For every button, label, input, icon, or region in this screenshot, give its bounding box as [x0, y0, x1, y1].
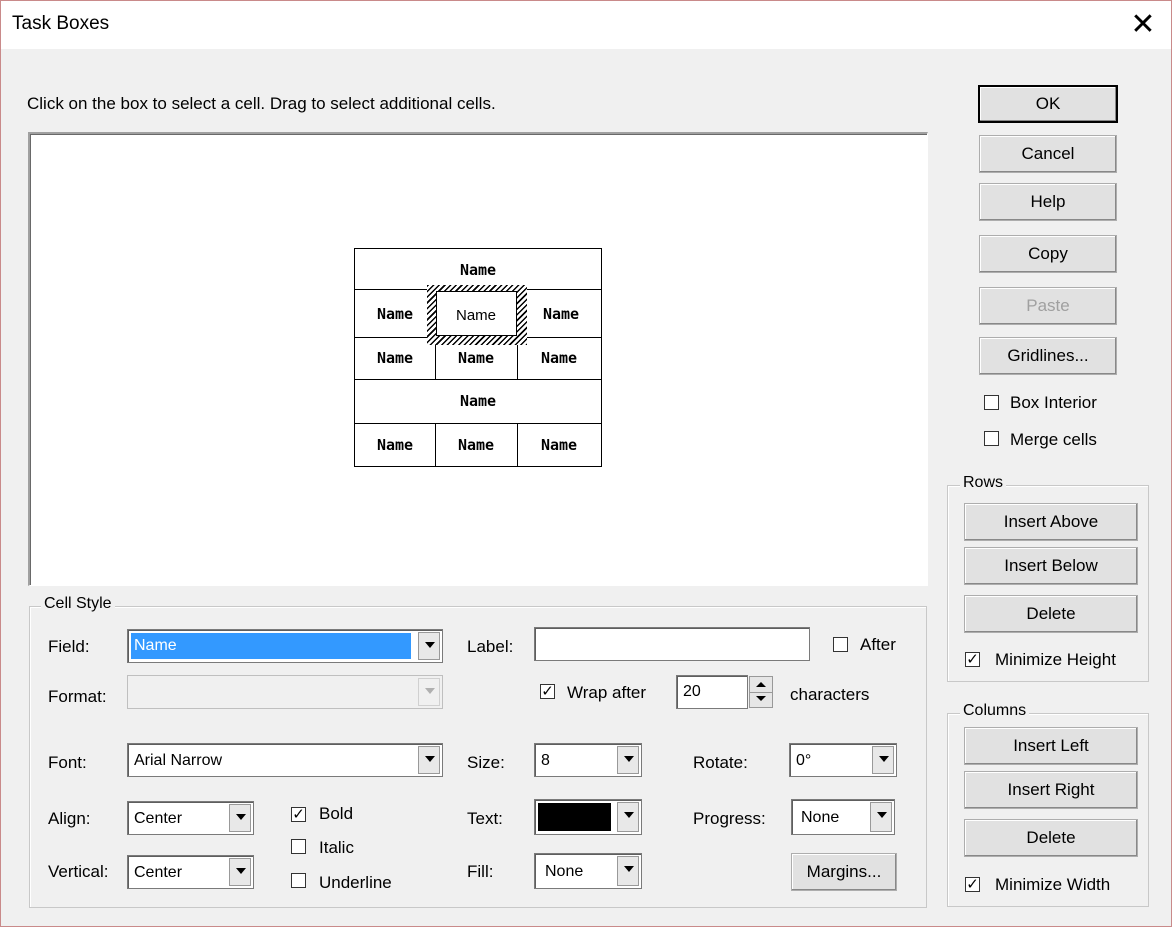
font-label: Font: [48, 753, 87, 772]
preview-cell[interactable]: Name [355, 349, 435, 367]
wrap-after-checkbox[interactable]: ✓ [540, 684, 555, 699]
text-color-label: Text: [467, 809, 503, 828]
instruction-text: Click on the box to select a cell. Drag … [27, 94, 496, 113]
after-label: After [860, 635, 896, 654]
field-value: Name [134, 637, 177, 654]
close-icon[interactable]: ✕ [1121, 3, 1165, 47]
align-label: Align: [48, 809, 91, 828]
text-color-swatch [538, 803, 611, 831]
wrap-after-value: 20 [683, 683, 701, 700]
box-interior-checkbox[interactable] [984, 395, 999, 410]
vertical-value: Center [134, 864, 183, 881]
minimize-width-checkbox[interactable]: ✓ [965, 877, 980, 892]
task-box-preview[interactable]: Name Name Name Name Name Name Name Name … [354, 248, 602, 467]
cancel-button[interactable]: Cancel [979, 135, 1117, 173]
format-dropdown [127, 675, 443, 709]
chevron-down-icon[interactable] [870, 802, 892, 832]
chevron-down-icon[interactable] [872, 746, 894, 774]
underline-checkbox[interactable] [291, 873, 306, 888]
box-interior-label: Box Interior [1010, 393, 1097, 412]
italic-label: Italic [319, 838, 354, 857]
after-checkbox[interactable] [833, 637, 848, 652]
rotate-value: 0° [796, 752, 812, 769]
preview-cell[interactable]: Name [355, 261, 601, 279]
delete-row-button[interactable]: Delete [964, 595, 1138, 633]
dialog-title: Task Boxes [12, 13, 110, 34]
size-label: Size: [467, 753, 505, 772]
task-boxes-dialog: Task Boxes ✕ Click on the box to select … [0, 0, 1172, 927]
preview-cell[interactable]: Name [517, 436, 601, 454]
cell-style-title: Cell Style [41, 595, 115, 613]
field-label: Field: [48, 637, 90, 656]
format-label: Format: [48, 687, 107, 706]
field-dropdown[interactable]: Name [127, 629, 443, 663]
insert-left-button[interactable]: Insert Left [964, 727, 1138, 765]
wrap-after-label: Wrap after [567, 683, 647, 702]
preview-cell[interactable]: Name [435, 436, 517, 454]
chevron-down-icon[interactable] [229, 858, 251, 886]
chevron-down-icon[interactable] [617, 746, 639, 774]
paste-button: Paste [979, 287, 1117, 325]
chevron-down-icon [418, 678, 440, 706]
preview-canvas[interactable]: Name Name Name Name Name Name Name Name … [28, 132, 928, 586]
text-color-dropdown[interactable] [534, 799, 642, 835]
merge-cells-checkbox[interactable] [984, 431, 999, 446]
spinner-up-icon[interactable] [750, 677, 772, 693]
columns-group-title: Columns [960, 702, 1030, 720]
font-value: Arial Narrow [134, 752, 223, 769]
gridlines-button[interactable]: Gridlines... [979, 337, 1117, 375]
minimize-height-label: Minimize Height [995, 650, 1116, 669]
preview-cell[interactable]: Name [355, 436, 435, 454]
underline-label: Underline [319, 873, 392, 892]
italic-checkbox[interactable] [291, 839, 306, 854]
characters-label: characters [790, 685, 870, 704]
font-dropdown[interactable]: Arial Narrow [127, 743, 443, 777]
spinner-down-icon[interactable] [750, 692, 772, 707]
delete-column-button[interactable]: Delete [964, 819, 1138, 857]
rotate-label: Rotate: [693, 753, 748, 772]
preview-cell[interactable]: Name [435, 349, 517, 367]
ok-button[interactable]: OK [978, 85, 1118, 123]
minimize-width-label: Minimize Width [995, 875, 1111, 894]
size-dropdown[interactable]: 8 [534, 743, 642, 777]
chevron-down-icon[interactable] [229, 804, 251, 832]
align-dropdown[interactable]: Center [127, 801, 254, 835]
align-value: Center [134, 810, 183, 827]
merge-cells-label: Merge cells [1010, 430, 1097, 449]
chevron-down-icon[interactable] [617, 802, 639, 832]
preview-cell[interactable]: Name [355, 305, 435, 323]
rotate-dropdown[interactable]: 0° [789, 743, 897, 777]
help-button[interactable]: Help [979, 183, 1117, 221]
label-label: Label: [467, 637, 514, 656]
chevron-down-icon[interactable] [617, 856, 639, 886]
minimize-height-checkbox[interactable]: ✓ [965, 652, 980, 667]
fill-value: None [545, 863, 584, 880]
preview-cell[interactable]: Name [355, 392, 601, 410]
progress-label: Progress: [693, 809, 766, 828]
vertical-dropdown[interactable]: Center [127, 855, 254, 889]
insert-below-button[interactable]: Insert Below [964, 547, 1138, 585]
copy-button[interactable]: Copy [979, 235, 1117, 273]
label-input[interactable] [534, 627, 810, 661]
fill-dropdown[interactable]: None [534, 853, 642, 889]
size-value: 8 [541, 752, 550, 769]
chevron-down-icon[interactable] [418, 632, 440, 660]
preview-cell-selected[interactable]: Name [435, 307, 517, 324]
rows-group-title: Rows [960, 474, 1007, 492]
insert-right-button[interactable]: Insert Right [964, 771, 1138, 809]
fill-label: Fill: [467, 862, 494, 881]
vertical-label: Vertical: [48, 862, 109, 881]
preview-cell[interactable]: Name [521, 305, 601, 323]
progress-dropdown[interactable]: None [791, 799, 895, 835]
chevron-down-icon[interactable] [418, 746, 440, 774]
wrap-after-spinner[interactable] [749, 676, 773, 708]
wrap-after-input[interactable]: 20 [676, 675, 748, 709]
progress-value: None [801, 809, 840, 826]
insert-above-button[interactable]: Insert Above [964, 503, 1138, 541]
bold-checkbox[interactable]: ✓ [291, 807, 306, 822]
preview-cell[interactable]: Name [517, 349, 601, 367]
title-bar: Task Boxes ✕ [1, 1, 1171, 49]
bold-label: Bold [319, 804, 354, 823]
margins-button[interactable]: Margins... [791, 853, 897, 891]
